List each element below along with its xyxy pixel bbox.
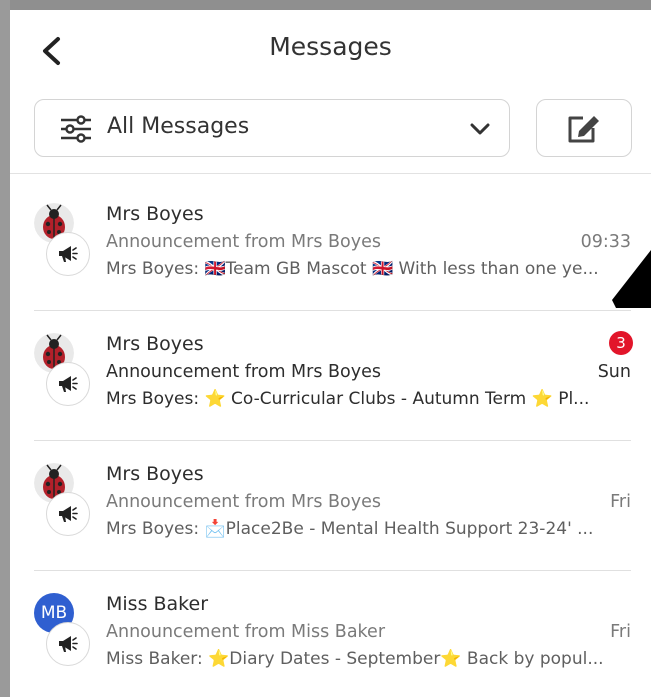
page-title: Messages: [269, 32, 392, 61]
message-time: Fri: [610, 622, 631, 642]
message-time: 09:33: [580, 232, 631, 252]
megaphone-icon: [59, 376, 78, 392]
sender-name: Miss Baker: [106, 593, 209, 615]
megaphone-icon-badge: [46, 492, 90, 536]
compose-icon: [568, 116, 599, 143]
avatar-group: [34, 463, 106, 543]
chevron-down-icon: [470, 123, 490, 135]
header-divider: [10, 173, 651, 174]
message-time: Sun: [597, 362, 631, 382]
megaphone-icon-badge: [46, 622, 90, 666]
message-preview: Mrs Boyes: 🇬🇧Team GB Mascot 🇬🇧 With less…: [106, 259, 599, 279]
filter-label: All Messages: [107, 114, 250, 139]
message-row[interactable]: Mrs Boyes Announcement from Mrs Boyes 09…: [10, 181, 651, 311]
message-row[interactable]: MB Miss Baker Announcement from Miss Bak…: [10, 571, 651, 697]
message-preview: Mrs Boyes: ⭐ Co-Curricular Clubs - Autum…: [106, 389, 590, 409]
header: Messages: [10, 10, 651, 92]
message-subject: Announcement from Miss Baker: [106, 622, 386, 642]
message-subject: Announcement from Mrs Boyes: [106, 362, 381, 382]
message-preview: Miss Baker: ⭐Diary Dates - September⭐ Ba…: [106, 649, 604, 669]
sender-name: Mrs Boyes: [106, 203, 204, 225]
unread-count-badge: 3: [609, 331, 633, 355]
megaphone-icon-badge: [46, 232, 90, 276]
avatar-group: [34, 333, 106, 413]
megaphone-icon: [59, 636, 78, 652]
message-subject: Announcement from Mrs Boyes: [106, 232, 381, 252]
message-row[interactable]: Mrs Boyes 3 Announcement from Mrs Boyes …: [10, 311, 651, 441]
message-filter-dropdown[interactable]: All Messages: [34, 99, 510, 157]
avatar-group: MB: [34, 593, 106, 673]
megaphone-icon: [59, 506, 78, 522]
window-frame-left: [0, 0, 10, 697]
pointer-icon: [612, 250, 651, 308]
sender-name: Mrs Boyes: [106, 463, 204, 485]
message-time: Fri: [610, 492, 631, 512]
sliders-icon: [61, 115, 91, 143]
messages-screen: Messages All Messages Mrs Boyes Announce…: [10, 10, 651, 697]
avatar-group: [34, 203, 106, 283]
message-row[interactable]: Mrs Boyes Announcement from Mrs Boyes Fr…: [10, 441, 651, 571]
message-subject: Announcement from Mrs Boyes: [106, 492, 381, 512]
megaphone-icon: [59, 246, 78, 262]
megaphone-icon-badge: [46, 362, 90, 406]
window-frame-top: [0, 0, 651, 10]
compose-button[interactable]: [536, 99, 632, 157]
message-preview: Mrs Boyes: 📩Place2Be - Mental Health Sup…: [106, 519, 594, 539]
sender-name: Mrs Boyes: [106, 333, 204, 355]
